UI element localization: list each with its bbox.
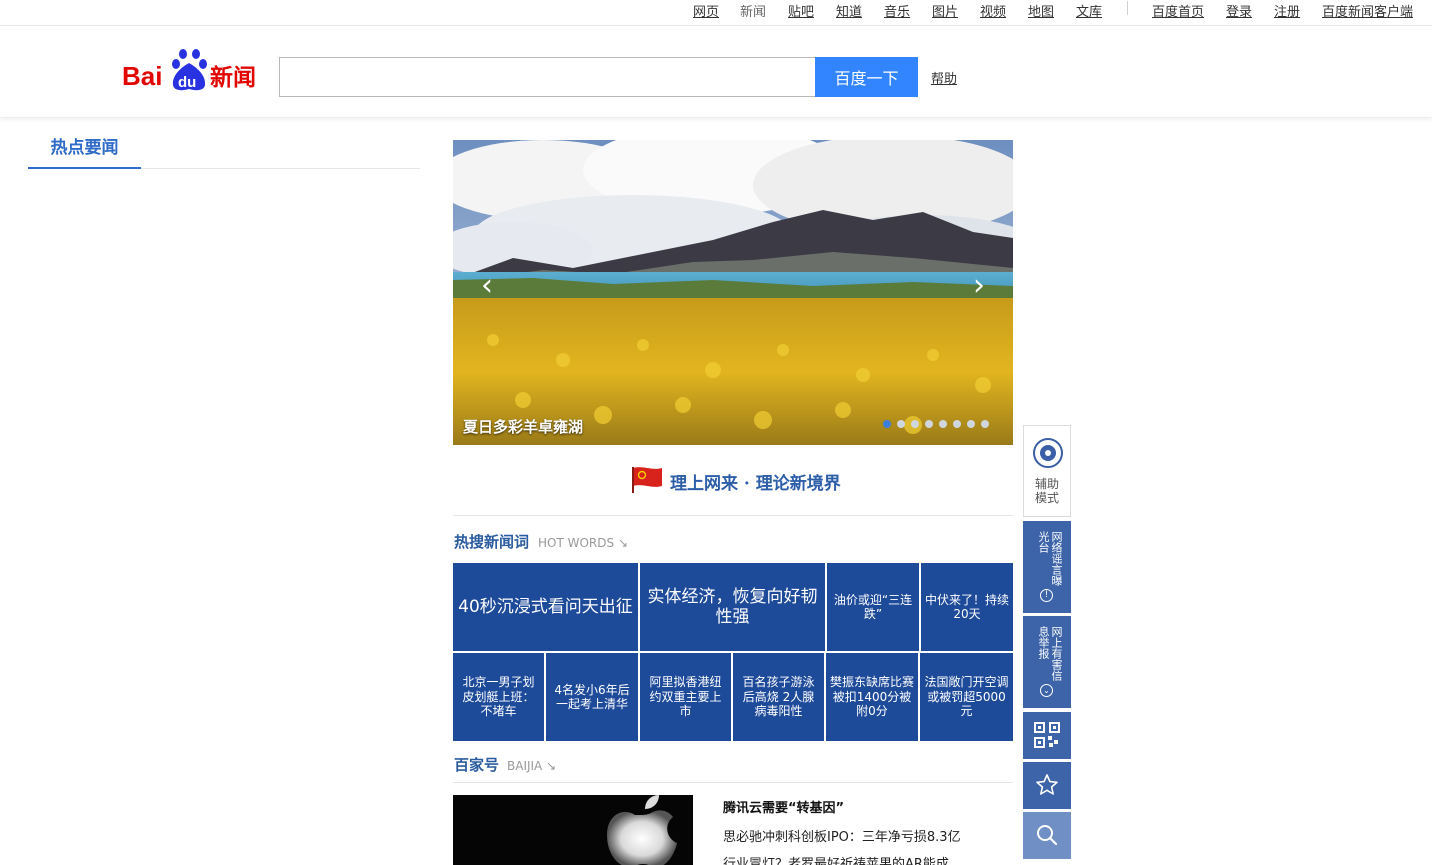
- baijia-sub-text: BAIJIA: [507, 759, 543, 773]
- chevron-down-icon: ⌄: [1040, 684, 1053, 697]
- top-nav-video[interactable]: 视频: [980, 1, 1006, 20]
- carousel-dot[interactable]: [967, 420, 975, 428]
- top-nav-baidu-home[interactable]: 百度首页: [1152, 1, 1204, 20]
- top-nav-zhidao[interactable]: 知道: [836, 1, 862, 20]
- search-input[interactable]: [279, 57, 815, 97]
- top-nav-news[interactable]: 新闻: [740, 1, 766, 20]
- hot-word-tile[interactable]: 油价或迎“三连跌”: [827, 563, 919, 651]
- carousel-dot[interactable]: [897, 420, 905, 428]
- top-nav-image[interactable]: 图片: [932, 1, 958, 20]
- carousel-dot[interactable]: [925, 420, 933, 428]
- baijia-item[interactable]: 行业冒灯？老罗最好祈祷苹果的AR能成: [723, 853, 949, 865]
- top-nav-bar: 网页 新闻 贴吧 知道 音乐 图片 视频 地图 文库 百度首页 登录 注册 百度…: [0, 0, 1432, 26]
- accessibility-label-text: 辅助模式: [1034, 477, 1059, 505]
- hot-word-tile[interactable]: 中伏来了！持续20天: [921, 563, 1013, 651]
- baijia-item[interactable]: 腾讯云需要“转基因”: [723, 797, 844, 816]
- hot-word-tile[interactable]: 樊振东缺席比赛被扣1400分被附0分: [826, 653, 918, 741]
- star-icon: [1036, 774, 1058, 795]
- carousel-dot[interactable]: [883, 420, 891, 428]
- carousel-dots: [883, 420, 989, 428]
- photo-carousel[interactable]: ‹ › 夏日多彩羊卓雍湖: [453, 140, 1013, 445]
- theory-banner[interactable]: 理上网来 · 理论新境界: [453, 458, 1013, 516]
- top-nav-web[interactable]: 网页: [693, 1, 719, 20]
- accessibility-icon: [1033, 438, 1063, 468]
- logo-du: du: [178, 74, 196, 91]
- hot-word-tile[interactable]: 百名孩子游泳后高烧 2人腺病毒阳性: [733, 653, 824, 741]
- alert-icon: !: [1040, 589, 1053, 602]
- harmful-info-report-button[interactable]: 网上有害信息举报 ⌄: [1023, 616, 1071, 708]
- hot-word-tile[interactable]: 法国敞门开空调或被罚超5000元: [920, 653, 1013, 741]
- qr-code-button[interactable]: [1023, 712, 1071, 759]
- baijia-item[interactable]: 思必驰冲刺科创板IPO：三年净亏损8.3亿: [723, 826, 961, 845]
- baijia-thumbnail[interactable]: [453, 795, 693, 865]
- logo-news: 新闻: [210, 64, 256, 91]
- top-nav-tieba[interactable]: 贴吧: [788, 1, 814, 20]
- report-label: 网上有害信息举报: [1037, 626, 1063, 681]
- hot-words-grid: 40秒沉浸式看问天出征 实体经济，恢复向好韧性强 油价或迎“三连跌” 中伏来了！持续2…: [453, 563, 1013, 741]
- baidu-news-logo[interactable]: Bai du 新闻: [122, 46, 262, 96]
- hot-word-tile[interactable]: 实体经济，恢复向好韧性强: [640, 563, 825, 651]
- hot-news-column: 热点要闻 书写改革强军的时代答卷问天实验舱发射任务高光回顾 勇担使命开新局老外爱…: [28, 130, 420, 169]
- top-nav-login[interactable]: 登录: [1226, 1, 1252, 20]
- carousel-next-icon[interactable]: ›: [969, 268, 989, 304]
- tab-hot-news[interactable]: 热点要闻: [28, 130, 141, 169]
- top-nav-music[interactable]: 音乐: [884, 1, 910, 20]
- top-nav-divider: [1127, 1, 1128, 15]
- carousel-prev-icon[interactable]: ‹: [477, 268, 497, 304]
- search-icon: [1037, 825, 1058, 846]
- logo-bai: Bai: [122, 61, 162, 91]
- hot-words-sub-text: HOT WORDS: [538, 536, 615, 550]
- carousel-caption[interactable]: 夏日多彩羊卓雍湖: [463, 416, 583, 437]
- carousel-image: [453, 140, 1013, 445]
- hot-news-tabbar: 热点要闻: [28, 130, 420, 169]
- carousel-dot[interactable]: [953, 420, 961, 428]
- favorite-button[interactable]: [1023, 762, 1071, 809]
- hot-words-subtitle: HOT WORDS ↘: [538, 536, 628, 550]
- rumor-label: 网络谣言曝光台: [1037, 531, 1063, 586]
- carousel-dot[interactable]: [911, 420, 919, 428]
- help-link[interactable]: 帮助: [931, 68, 957, 87]
- theory-banner-text: 理上网来 · 理论新境界: [670, 474, 841, 494]
- hot-word-tile[interactable]: 40秒沉浸式看问天出征: [453, 563, 638, 651]
- top-nav-register[interactable]: 注册: [1274, 1, 1300, 20]
- carousel-dot[interactable]: [981, 420, 989, 428]
- arrow-down-right-icon: ↘: [546, 759, 557, 773]
- apple-logo-icon: [607, 795, 677, 865]
- carousel-dot[interactable]: [939, 420, 947, 428]
- arrow-down-right-icon: ↘: [617, 536, 629, 550]
- hot-word-tile[interactable]: 北京一男子划皮划艇上班：不堵车: [453, 653, 544, 741]
- accessibility-label: 辅助模式: [1024, 477, 1070, 505]
- rumor-report-button[interactable]: 网络谣言曝光台 !: [1023, 521, 1071, 613]
- qr-code-icon: [1034, 722, 1060, 748]
- baijia-subtitle: BAIJIA ↘: [507, 759, 556, 773]
- header: Bai du 新闻 百度一下 帮助: [0, 26, 1432, 118]
- accessibility-mode-button[interactable]: 辅助模式: [1023, 425, 1071, 517]
- top-nav-wenku[interactable]: 文库: [1076, 1, 1102, 20]
- baijia-title[interactable]: 百家号: [454, 754, 499, 775]
- baijia-divider: [453, 782, 1013, 783]
- baidu-paw-icon: Bai du 新闻: [122, 49, 256, 91]
- top-nav-map[interactable]: 地图: [1028, 1, 1054, 20]
- hot-word-tile[interactable]: 阿里拟香港纽约双重主要上市: [640, 653, 731, 741]
- hot-words-title[interactable]: 热搜新闻词: [454, 531, 529, 552]
- hot-word-tile[interactable]: 4名发小6年后一起考上清华: [546, 653, 638, 741]
- party-flag-icon: [632, 467, 662, 493]
- search-button[interactable]: 百度一下: [815, 57, 918, 97]
- search-side-button[interactable]: [1023, 812, 1071, 859]
- top-nav-client[interactable]: 百度新闻客户端: [1322, 1, 1413, 20]
